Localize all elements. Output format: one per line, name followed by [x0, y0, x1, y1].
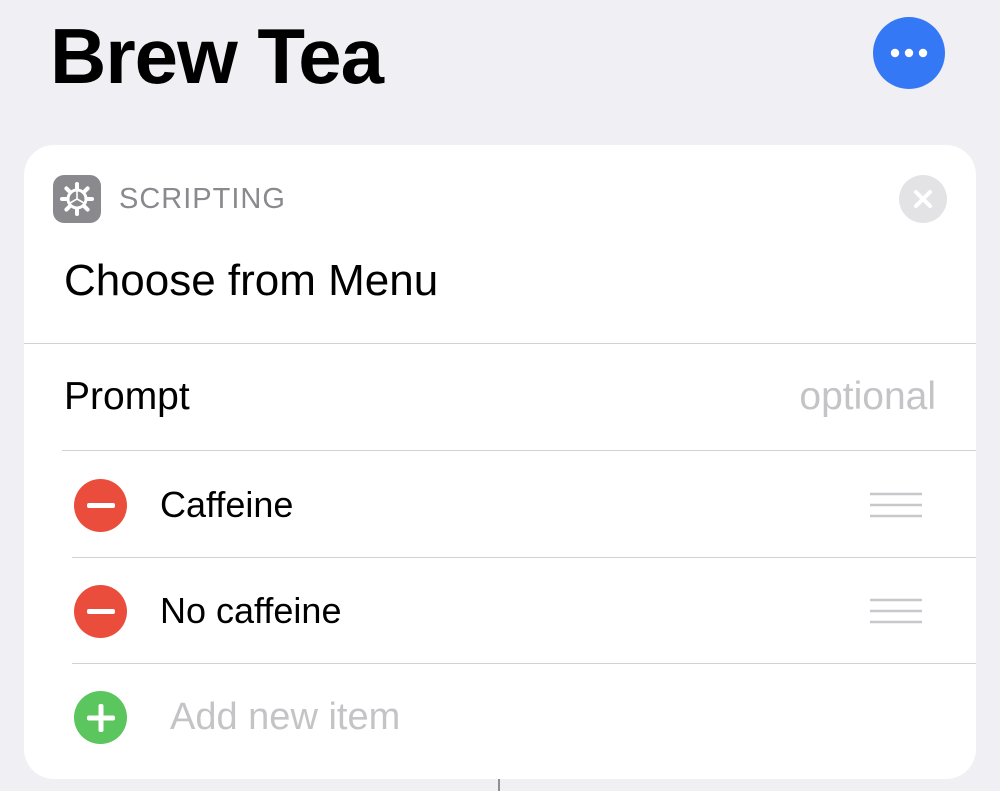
action-category: SCRIPTING: [119, 183, 286, 215]
add-new-item-field[interactable]: Add new item: [170, 694, 400, 740]
plus-icon: [86, 703, 115, 732]
action-title: Choose from Menu: [64, 256, 439, 305]
flow-connector: [498, 779, 500, 791]
remove-item-button[interactable]: [74, 585, 127, 638]
close-icon: [914, 190, 932, 208]
minus-icon: [86, 608, 115, 614]
prompt-divider: [62, 450, 976, 451]
header-divider: [24, 343, 976, 344]
menu-item-label[interactable]: No caffeine: [160, 589, 341, 633]
remove-item-button[interactable]: [74, 479, 127, 532]
more-options-button[interactable]: [873, 17, 945, 89]
menu-item-row: Caffeine: [24, 452, 976, 558]
menu-item-label[interactable]: Caffeine: [160, 483, 293, 527]
menu-item-row: No caffeine: [24, 558, 976, 664]
action-card: SCRIPTING Choose from Menu Prompt Caffei…: [24, 145, 976, 779]
add-item-button[interactable]: [74, 691, 127, 744]
gear-icon: [60, 182, 94, 216]
prompt-label: Prompt: [64, 375, 190, 418]
page-title: Brew Tea: [50, 12, 384, 100]
prompt-input[interactable]: [664, 373, 936, 421]
drag-handle-icon[interactable]: [870, 492, 922, 518]
ellipsis-icon: [890, 48, 928, 58]
add-item-row: Add new item: [24, 664, 976, 770]
remove-action-button[interactable]: [899, 175, 947, 223]
drag-handle-icon[interactable]: [870, 598, 922, 624]
scripting-app-icon: [53, 175, 101, 223]
minus-icon: [86, 502, 115, 508]
